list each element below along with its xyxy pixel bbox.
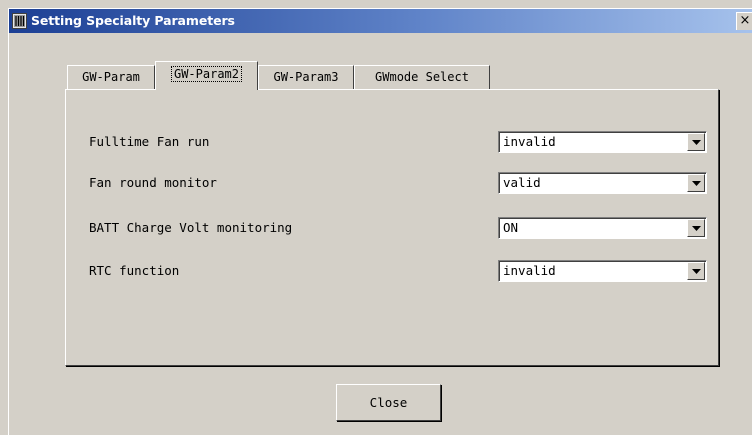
fan-round-monitor-label: Fan round monitor bbox=[89, 175, 217, 190]
select-value: valid bbox=[503, 175, 541, 190]
tab-label: GW-Param3 bbox=[273, 70, 339, 84]
dropdown-arrow-icon[interactable] bbox=[687, 174, 705, 192]
dropdown-arrow-icon[interactable] bbox=[687, 133, 705, 151]
fulltime-fan-run-label: Fulltime Fan run bbox=[89, 134, 210, 149]
close-icon[interactable]: × bbox=[736, 12, 752, 30]
tab-gw-param2[interactable]: GW-Param2 bbox=[155, 61, 258, 90]
rtc-function-select[interactable]: invalid bbox=[498, 260, 707, 282]
tab-label: GWmode Select bbox=[375, 70, 469, 84]
window-title: Setting Specialty Parameters bbox=[31, 13, 235, 28]
dropdown-arrow-icon[interactable] bbox=[687, 219, 705, 237]
tab-gw-param3[interactable]: GW-Param3 bbox=[258, 65, 354, 89]
tab-gw-param[interactable]: GW-Param bbox=[67, 65, 155, 89]
dropdown-arrow-icon[interactable] bbox=[687, 262, 705, 280]
fan-round-monitor-select[interactable]: valid bbox=[498, 172, 707, 194]
tab-gwmode-select[interactable]: GWmode Select bbox=[354, 65, 490, 89]
fulltime-fan-run-select[interactable]: invalid bbox=[498, 131, 707, 153]
batt-charge-volt-monitoring-label: BATT Charge Volt monitoring bbox=[89, 220, 293, 235]
app-icon bbox=[12, 13, 27, 29]
tab-label: GW-Param bbox=[82, 70, 140, 84]
select-value: ON bbox=[503, 220, 519, 235]
select-value: invalid bbox=[503, 263, 556, 278]
title-bar[interactable]: Setting Specialty Parameters × bbox=[9, 9, 752, 33]
batt-charge-volt-monitoring-select[interactable]: ON bbox=[498, 217, 707, 239]
rtc-function-label: RTC function bbox=[89, 263, 180, 278]
tab-label: GW-Param2 bbox=[170, 66, 243, 82]
close-button[interactable]: Close bbox=[336, 384, 441, 421]
select-value: invalid bbox=[503, 134, 556, 149]
